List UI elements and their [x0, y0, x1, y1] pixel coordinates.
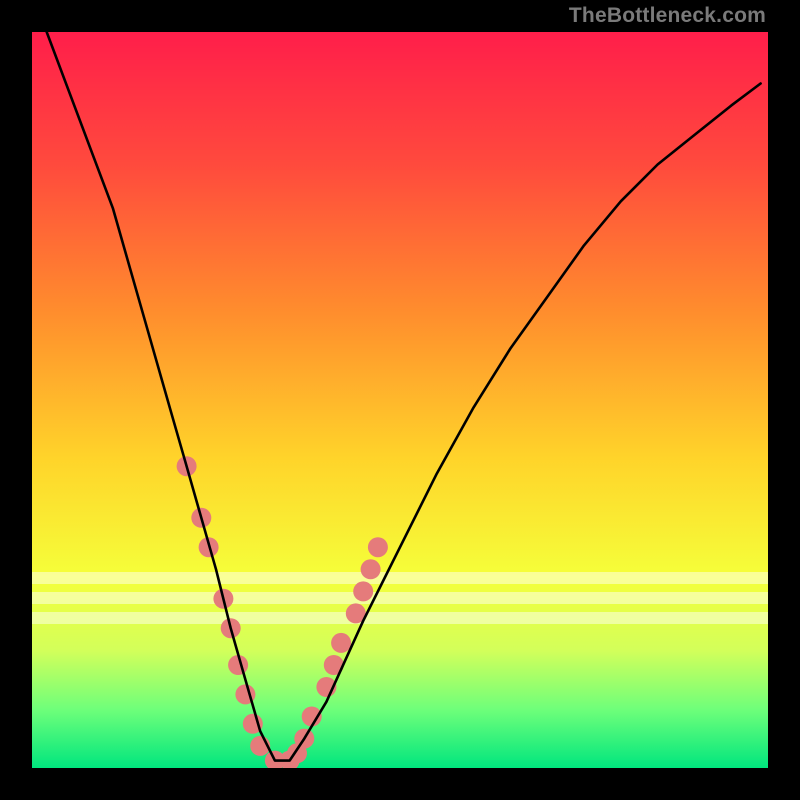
- data-marker: [331, 633, 351, 653]
- watermark-text: TheBottleneck.com: [569, 4, 766, 28]
- bottleneck-curve-path: [47, 32, 761, 761]
- outer-black-frame: TheBottleneck.com: [0, 0, 800, 800]
- chart-svg: [32, 32, 768, 768]
- data-marker: [361, 559, 381, 579]
- data-marker: [368, 537, 388, 557]
- marker-layer: [177, 456, 388, 768]
- gradient-plot-area: [32, 32, 768, 768]
- data-marker: [353, 581, 373, 601]
